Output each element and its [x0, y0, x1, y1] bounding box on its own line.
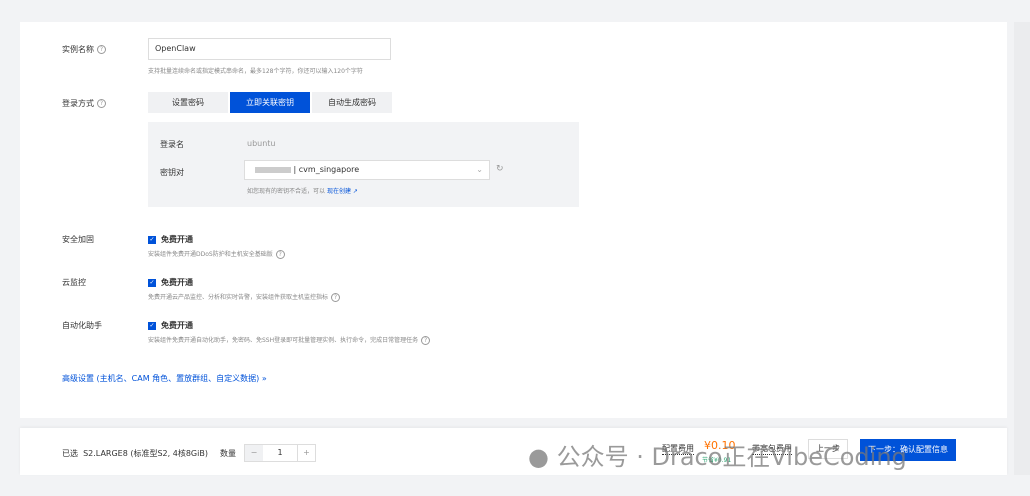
bandwidth-fee-label: 带宽包费用 [752, 444, 792, 455]
login-method-label: 登录方式? [62, 98, 106, 109]
check-icon: ✓ [148, 278, 156, 287]
keypair-value: | cvm_singapore [293, 165, 360, 174]
login-panel: 登录名 ubuntu 密钥对 | cvm_singapore ⌄ ↻ 如您现有的… [148, 122, 579, 207]
help-icon[interactable]: ? [331, 293, 341, 302]
footer-bar: 已选 S2.LARGE8 (标准型S2, 4核8GiB) 数量 − 1 + 配置… [20, 428, 1007, 475]
quantity-stepper[interactable]: − 1 + [244, 444, 316, 462]
check-icon: ✓ [148, 235, 156, 244]
instance-name-input[interactable]: OpenClaw [148, 38, 391, 60]
instance-name-label: 实例名称? [62, 44, 106, 55]
help-icon[interactable]: ? [97, 45, 106, 54]
keypair-select[interactable]: | cvm_singapore ⌄ [244, 160, 490, 180]
minus-button[interactable]: − [245, 445, 263, 461]
username-label: 登录名 [160, 140, 184, 149]
config-fee-value: ¥0.10 [704, 439, 736, 452]
prev-button[interactable]: 上一步 [808, 439, 848, 459]
selected-summary: 已选 S2.LARGE8 (标准型S2, 4核8GiB) [62, 449, 208, 458]
double-chevron-down-icon: » [261, 374, 267, 383]
external-link-icon: ↗ [350, 188, 358, 195]
keypair-label: 密钥对 [160, 168, 184, 177]
saving-value: 节省¥0.91 [702, 457, 732, 464]
automation-hint: 安装组件免费开通自动化助手，免密码、免SSH登录即可批量管理实例、执行命令，完成… [148, 335, 431, 345]
monitor-hint: 免费开通云产品监控、分析和实时告警，安装组件获取主机监控指标? [148, 292, 341, 302]
quantity-label: 数量 [220, 449, 236, 458]
automation-checkbox[interactable]: ✓ 免费开通 [148, 320, 193, 331]
instance-name-hint: 支持批量连续命名或指定模式串命名，最多128个字符，你还可以输入120个字符 [148, 68, 363, 75]
help-icon[interactable]: ? [275, 250, 285, 259]
monitor-checkbox[interactable]: ✓ 免费开通 [148, 277, 193, 288]
plus-button[interactable]: + [297, 445, 315, 461]
automation-label: 自动化助手 [62, 321, 102, 330]
keypair-hint: 如您现有的密钥不合适，可以 现在创建 ↗ [247, 188, 358, 195]
chevron-down-icon: ⌄ [476, 165, 483, 174]
monitor-label: 云监控 [62, 278, 86, 287]
config-fee-label: 配置费用 [662, 444, 694, 455]
tab-set-password[interactable]: 设置密码 [148, 92, 228, 113]
scroll-track[interactable] [1014, 22, 1030, 475]
next-button[interactable]: 下一步：确认配置信息 [860, 439, 956, 461]
help-icon[interactable]: ? [421, 336, 431, 345]
security-hint: 安装组件免费开通DDoS防护和主机安全基础版? [148, 249, 285, 259]
advanced-settings-link[interactable]: 高级设置 (主机名、CAM 角色、置放群组、自定义数据) » [62, 373, 267, 384]
create-key-link[interactable]: 现在创建 [327, 188, 351, 195]
help-icon[interactable]: ? [97, 99, 106, 108]
security-label: 安全加固 [62, 235, 94, 244]
config-card: 实例名称? OpenClaw 支持批量连续命名或指定模式串命名，最多128个字符… [20, 22, 1007, 418]
quantity-input[interactable]: 1 [263, 445, 297, 461]
tab-associate-key[interactable]: 立即关联密钥 [230, 92, 310, 113]
check-icon: ✓ [148, 321, 156, 330]
refresh-icon[interactable]: ↻ [496, 164, 504, 174]
security-checkbox[interactable]: ✓ 免费开通 [148, 234, 193, 245]
tab-auto-password[interactable]: 自动生成密码 [312, 92, 392, 113]
username-value: ubuntu [247, 139, 276, 148]
